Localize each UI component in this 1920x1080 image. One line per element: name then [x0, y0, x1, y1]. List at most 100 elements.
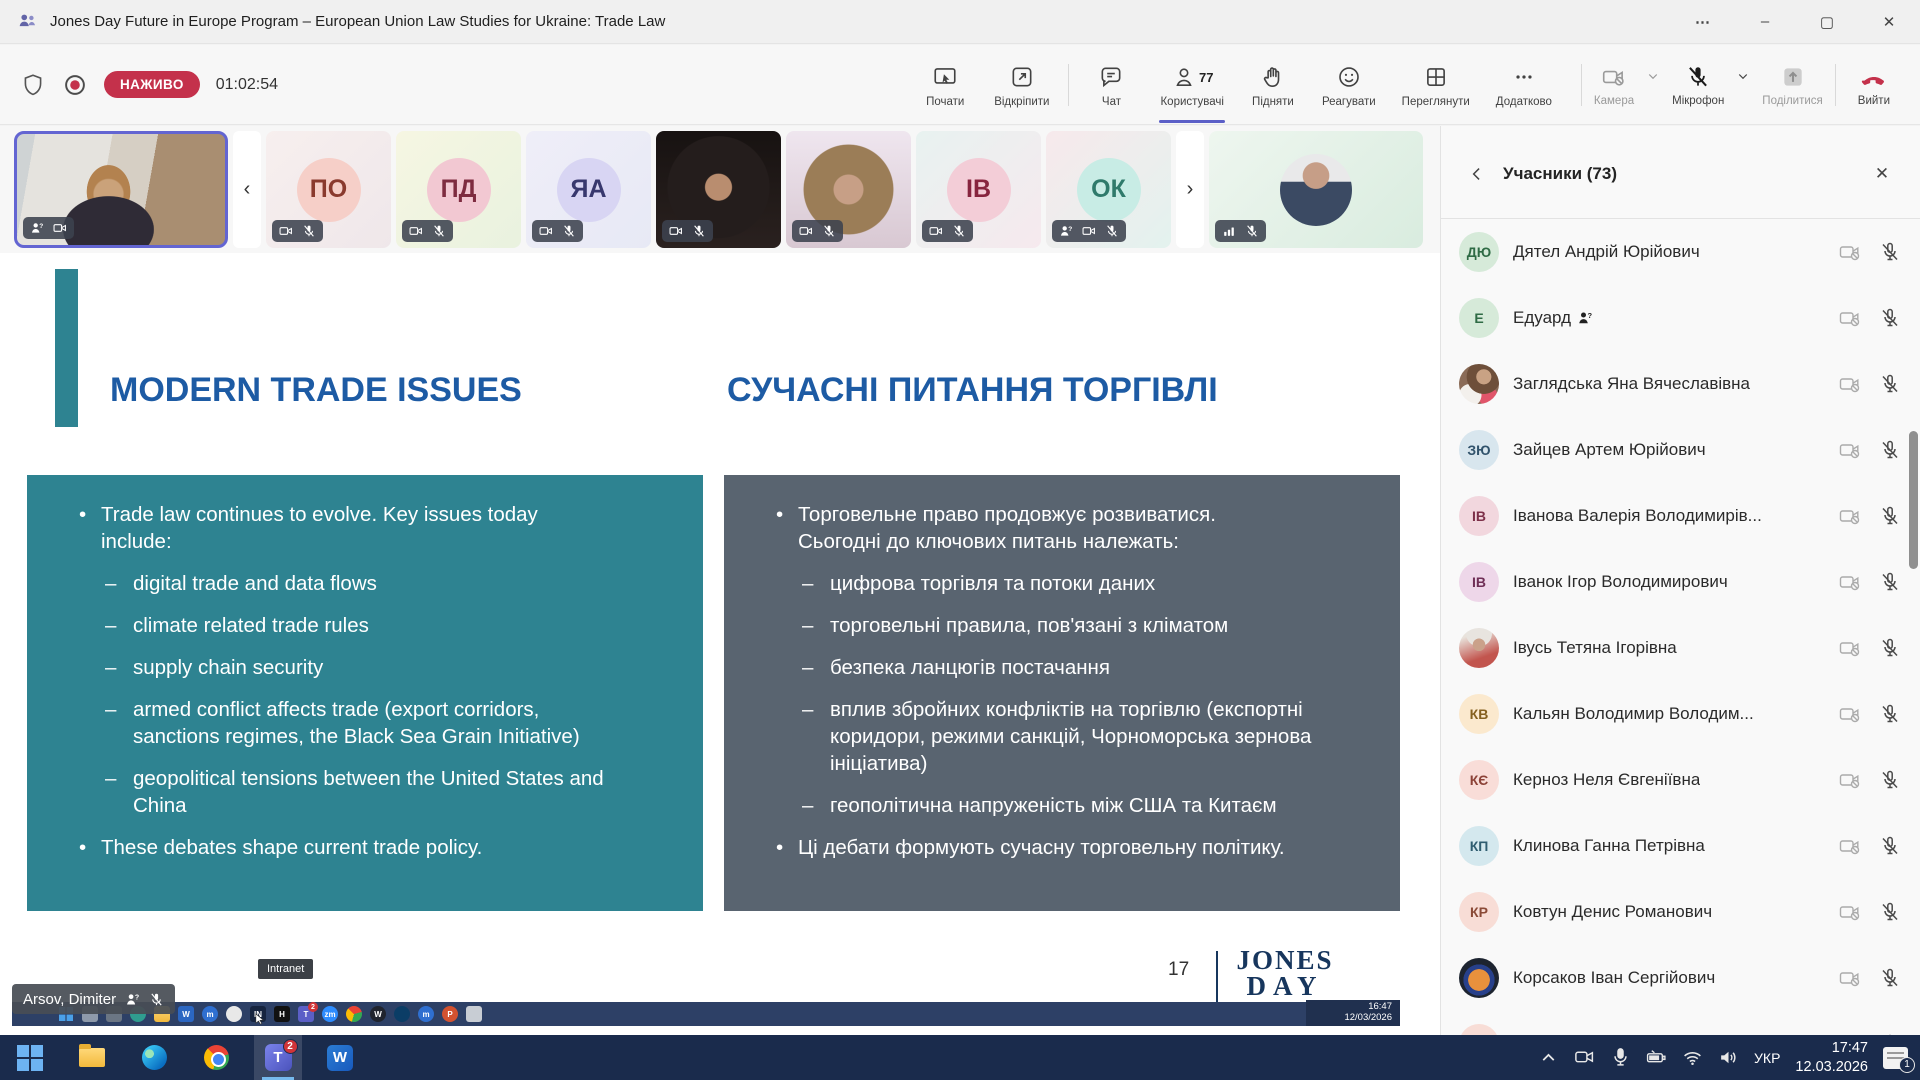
back-chevron-icon — [1467, 164, 1487, 184]
slide-bullet-uk: торговельні правила, пов'язані з клімато… — [802, 612, 1334, 639]
toolbar-button-Почати[interactable]: Почати — [909, 45, 981, 125]
participant-count: 77 — [1199, 70, 1213, 85]
tray-mic-icon[interactable] — [1610, 1047, 1631, 1068]
participant-name: Едуард — [1513, 308, 1571, 328]
taskbar-clock[interactable]: 17:47 12.03.2026 — [1795, 1039, 1868, 1075]
microphone-chevron-icon[interactable] — [1734, 67, 1752, 85]
participant-row[interactable]: ЗЮЗайцев Артем Юрійович — [1441, 417, 1920, 483]
microphone-label: Мікрофон — [1672, 95, 1724, 107]
toolbar-button-Підняти[interactable]: Підняти — [1237, 45, 1309, 125]
back-button[interactable] — [1457, 154, 1497, 194]
participant-status-icons — [1838, 834, 1902, 858]
logo-line2: DAY — [1230, 974, 1340, 1000]
participant-row[interactable]: КЄКерноз Неля Євгеніївна — [1441, 747, 1920, 813]
participant-avatar: КЄ — [1459, 760, 1499, 800]
edge-button[interactable] — [130, 1035, 178, 1080]
participant-video-tile[interactable]: ОК? — [1046, 131, 1171, 248]
participant-row[interactable]: ІВІванок Ігор Володимирович — [1441, 549, 1920, 615]
svg-text:?: ? — [1588, 311, 1593, 320]
presenter-video-tile[interactable] — [1209, 131, 1423, 248]
microphone-button[interactable]: Мікрофон — [1666, 54, 1730, 115]
app-badge: 2 — [308, 1002, 318, 1012]
participant-video-tile[interactable]: ЯА — [526, 131, 651, 248]
participant-row[interactable]: ДЮДятел Андрій Юрійович — [1441, 219, 1920, 285]
shared-taskbar-app-icon: W — [178, 1006, 194, 1022]
participant-row[interactable]: ІВІванова Валерія Володимирів... — [1441, 483, 1920, 549]
slide-bullet-en: climate related trade rules — [105, 612, 637, 639]
toolbar-button-label: Відкріпити — [994, 96, 1049, 108]
participant-avatar: КВ — [1459, 694, 1499, 734]
window-maximize-button[interactable]: ▢ — [1796, 0, 1858, 44]
toolbar-button-label: Додатково — [1496, 96, 1552, 108]
tile-status-badge — [1215, 220, 1266, 242]
cam-switch-icon — [279, 224, 293, 238]
tray-speaker-icon[interactable] — [1718, 1047, 1739, 1068]
participant-video-tile[interactable] — [656, 131, 781, 248]
slide-bullet-uk: цифрова торгівля та потоки даних — [802, 570, 1334, 597]
word-button[interactable]: W — [316, 1035, 364, 1080]
toolbar-button-Додатково[interactable]: Додатково — [1483, 45, 1565, 125]
participant-name: Дятел Андрій Юрійович — [1513, 242, 1700, 262]
participant-row[interactable]: Корсаков Іван Сергійович — [1441, 945, 1920, 1011]
participant-avatar: КР — [1459, 892, 1499, 932]
participant-row[interactable]: КВКальян Володимир Володим... — [1441, 681, 1920, 747]
participant-avatar — [1459, 958, 1499, 998]
teams-taskbar-button[interactable]: T 2 — [254, 1035, 302, 1080]
shield-icon — [20, 72, 46, 98]
tray-battery-icon[interactable] — [1646, 1047, 1667, 1068]
meeting-timer: 01:02:54 — [216, 76, 278, 94]
participant-row[interactable]: КС — [1441, 1011, 1920, 1035]
mic-off-icon — [149, 992, 164, 1007]
toolbar-button-Чат[interactable]: Чат — [1075, 45, 1147, 125]
camera-off-icon — [1838, 438, 1862, 462]
share-button[interactable]: Поділитися — [1756, 54, 1828, 115]
participant-video-tile[interactable] — [786, 131, 911, 248]
mic-off-icon — [1878, 966, 1902, 990]
notification-center-button[interactable]: 1 — [1883, 1047, 1908, 1069]
toolbar-button-Користувачі[interactable]: 77Користувачі — [1147, 45, 1236, 125]
camera-chevron-icon[interactable] — [1644, 67, 1662, 85]
participant-video-tile[interactable]: ПО — [266, 131, 391, 248]
participant-row[interactable]: КРКовтун Денис Романович — [1441, 879, 1920, 945]
filmstrip-scroll-left-button[interactable]: ‹ — [233, 131, 261, 248]
slide-box-uk: Торговельне право продовжує розвиватися.… — [724, 475, 1400, 911]
chrome-button[interactable] — [192, 1035, 240, 1080]
toolbar-button-Переглянути[interactable]: Переглянути — [1389, 45, 1483, 125]
file-explorer-button[interactable] — [68, 1035, 116, 1080]
participant-row[interactable]: Заглядська Яна Вячеславівна — [1441, 351, 1920, 417]
camera-off-icon — [1838, 306, 1862, 330]
share-icon — [1780, 64, 1806, 90]
avatar: ІВ — [947, 158, 1011, 222]
toolbar-button-Відкріпити[interactable]: Відкріпити — [981, 45, 1062, 125]
tray-wifi-icon[interactable] — [1682, 1047, 1703, 1068]
toolbar-button-label: Чат — [1102, 96, 1121, 108]
toolbar-button-label: Реагувати — [1322, 96, 1376, 108]
filmstrip-scroll-right-button[interactable]: › — [1176, 131, 1204, 248]
camera-off-icon — [1838, 372, 1862, 396]
shared-screen-stage: MODERN TRADE ISSUES СУЧАСНІ ПИТАННЯ ТОРГ… — [0, 253, 1440, 1035]
window-more-button[interactable]: ⋯ — [1672, 0, 1734, 44]
taskbar-time: 17:47 — [1795, 1039, 1868, 1057]
start-button[interactable] — [6, 1035, 54, 1080]
recording-icon — [62, 72, 88, 98]
window-minimize-button[interactable]: – — [1734, 0, 1796, 44]
language-indicator[interactable]: УКР — [1754, 1050, 1780, 1066]
word-icon: W — [327, 1045, 353, 1071]
participant-name: Корсаков Іван Сергійович — [1513, 968, 1715, 988]
toolbar-button-Реагувати[interactable]: Реагувати — [1309, 45, 1389, 125]
slide-bullet-uk: Ці дебати формують сучасну торговельну п… — [774, 834, 1334, 861]
window-close-button[interactable]: ✕ — [1858, 0, 1920, 44]
tray-camera-icon[interactable] — [1574, 1047, 1595, 1068]
participant-video-tile[interactable]: ІВ — [916, 131, 1041, 248]
camera-button[interactable]: Камера — [1588, 54, 1640, 115]
chat-icon — [1098, 64, 1124, 90]
tray-chevron-up-icon[interactable] — [1538, 1047, 1559, 1068]
participant-row[interactable]: ЕЕдуард? — [1441, 285, 1920, 351]
participant-row[interactable]: КПКлинова Ганна Петрівна — [1441, 813, 1920, 879]
close-panel-button[interactable]: ✕ — [1864, 156, 1900, 192]
participant-video-tile[interactable]: ПД — [396, 131, 521, 248]
participant-row[interactable]: Івусь Тетяна Ігорівна — [1441, 615, 1920, 681]
active-speaker-video-tile[interactable]: ? — [14, 131, 228, 248]
leave-button[interactable]: Вийти — [1842, 54, 1906, 115]
panel-scrollbar[interactable] — [1909, 431, 1918, 569]
